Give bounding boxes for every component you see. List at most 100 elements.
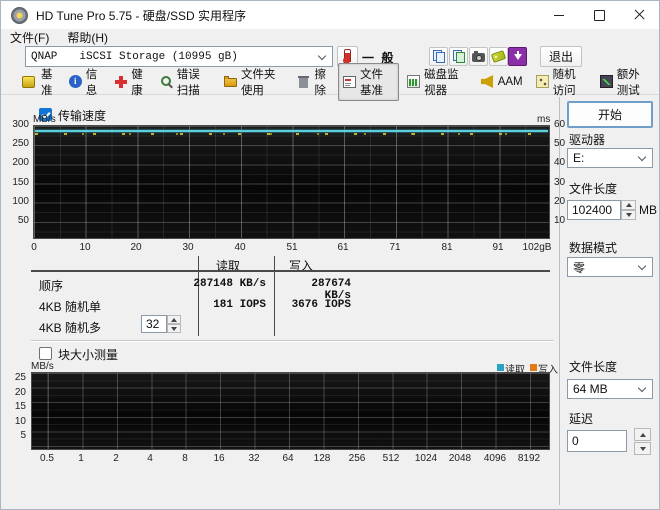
queue-depth-input[interactable]: 32 — [141, 315, 167, 333]
drive-vendor: QNAP — [31, 50, 58, 63]
x-tick: 0.5 — [40, 453, 54, 464]
tab-bar: 基准 信息 健康 错误扫描 文件夹使用 擦除 文件基准 磁盘监视器 AAM 随机… — [1, 62, 659, 101]
chevron-down-icon — [638, 385, 646, 393]
arrow-down-icon — [625, 213, 632, 217]
tab-disk-monitor[interactable]: 磁盘监视器 — [402, 63, 473, 101]
x-tick: 4 — [147, 453, 153, 464]
chevron-down-icon — [318, 53, 326, 61]
tab-label: 额外测试 — [616, 68, 640, 97]
benchmark-icon — [22, 75, 35, 88]
y-tick: 20 — [14, 387, 26, 398]
section-separator — [31, 340, 554, 342]
file-length-input[interactable]: 102400 — [567, 200, 621, 220]
y-tick: 15 — [14, 401, 26, 412]
speed-chart — [33, 125, 550, 239]
read-value: 287148 KB/s — [193, 278, 266, 290]
row-label: 4KB 随机单 — [39, 300, 102, 314]
x-tick: 10 — [79, 242, 91, 253]
x-tick: 40 — [234, 242, 246, 253]
read-value: 181 IOPS — [213, 299, 266, 311]
minimize-button[interactable] — [539, 1, 579, 29]
tab-info[interactable]: 信息 — [64, 63, 107, 101]
x-tick: 8 — [182, 453, 188, 464]
tab-label: 基准 — [41, 68, 53, 97]
y-tick: 50 — [17, 215, 29, 226]
drive-select[interactable]: E: — [567, 148, 653, 168]
camera-icon — [472, 51, 485, 62]
x-tick: 32 — [248, 453, 260, 464]
y-axis-unit-left: MB/s — [33, 114, 56, 125]
file-length-spinner — [621, 200, 636, 220]
legend-read-swatch — [497, 364, 504, 371]
chevron-down-icon — [638, 263, 646, 271]
y-tick: 5 — [20, 430, 26, 441]
tab-label: 错误扫描 — [176, 68, 200, 97]
spin-up-button[interactable] — [621, 200, 636, 210]
x-tick: 91 — [492, 242, 504, 253]
addons-button[interactable] — [489, 47, 508, 66]
x-tick: 2 — [113, 453, 119, 464]
table-divider — [198, 256, 199, 336]
arrow-up-icon — [171, 317, 177, 322]
transfer-speed-label: 传输速度 — [58, 109, 107, 123]
tab-health[interactable]: 健康 — [109, 63, 152, 101]
x-tick: 0 — [31, 242, 37, 253]
tab-random-access[interactable]: 随机访问 — [531, 63, 592, 101]
tab-label: 磁盘监视器 — [424, 68, 459, 97]
delay-input[interactable]: 0 — [567, 430, 627, 452]
tab-erase[interactable]: 擦除 — [292, 63, 335, 101]
chevron-down-icon — [638, 154, 646, 162]
x-tick: 1024 — [414, 453, 438, 464]
menu-item-help[interactable]: 帮助(H) — [58, 29, 117, 46]
table-divider — [274, 256, 275, 336]
info-icon — [68, 75, 82, 88]
y-axis-unit-right: ms — [537, 114, 551, 125]
data-mode-value: 零 — [573, 260, 586, 275]
row-label: 4KB 随机多 — [39, 321, 102, 335]
spin-up-button[interactable] — [634, 428, 651, 441]
x-tick: 64 — [282, 453, 294, 464]
start-button[interactable]: 开始 — [567, 101, 653, 128]
menu-item-file[interactable]: 文件(F) — [1, 29, 58, 46]
y-tick: 20 — [554, 196, 566, 207]
tab-error-scan[interactable]: 错误扫描 — [155, 63, 216, 101]
data-mode-select[interactable]: 零 — [567, 257, 653, 277]
tab-benchmark[interactable]: 基准 — [15, 63, 61, 101]
queue-depth-spinner — [167, 315, 181, 333]
error-scan-icon — [160, 75, 173, 88]
y-tick: 30 — [554, 177, 566, 188]
x-tick: 81 — [441, 242, 453, 253]
delay-label: 延迟 — [569, 412, 594, 426]
x-tick: 71 — [389, 242, 401, 253]
extra-tests-icon — [599, 75, 613, 88]
maximize-button[interactable] — [579, 1, 619, 29]
update-button[interactable] — [508, 47, 527, 66]
tab-file-benchmark[interactable]: 文件基准 — [337, 62, 400, 101]
spin-up-button[interactable] — [167, 315, 181, 324]
block-size-checkbox[interactable] — [39, 347, 52, 360]
tab-folder-usage[interactable]: 文件夹使用 — [219, 63, 290, 101]
spin-down-button[interactable] — [634, 442, 651, 455]
tab-label: 擦除 — [314, 68, 326, 97]
spin-down-button[interactable] — [167, 324, 181, 333]
tab-label: 健康 — [131, 68, 143, 97]
tab-extra-tests[interactable]: 额外测试 — [595, 63, 656, 101]
menu-bar: 文件(F) 帮助(H) — [1, 29, 659, 46]
table-header-rule — [31, 270, 550, 272]
y-axis-unit: MB/s — [31, 361, 54, 372]
y-tick: 250 — [12, 138, 29, 149]
y-tick: 60 — [554, 119, 566, 130]
block-file-length-select[interactable]: 64 MB — [567, 379, 653, 399]
tab-aam[interactable]: AAM — [476, 72, 528, 91]
y-tick: 300 — [12, 119, 29, 130]
start-button-label: 开始 — [597, 108, 622, 122]
spin-down-button[interactable] — [621, 210, 636, 220]
disk-monitor-icon — [407, 75, 421, 88]
y-tick: 10 — [554, 215, 566, 226]
drive-model: iSCSI Storage (10995 gB) — [79, 50, 238, 63]
hdtune-window: HD Tune Pro 5.75 - 硬盘/SSD 实用程序 文件(F) 帮助(… — [0, 0, 660, 510]
legend-write-swatch — [530, 364, 537, 371]
tab-label: AAM — [497, 75, 523, 88]
aam-icon — [480, 75, 494, 88]
close-button[interactable] — [619, 1, 659, 29]
